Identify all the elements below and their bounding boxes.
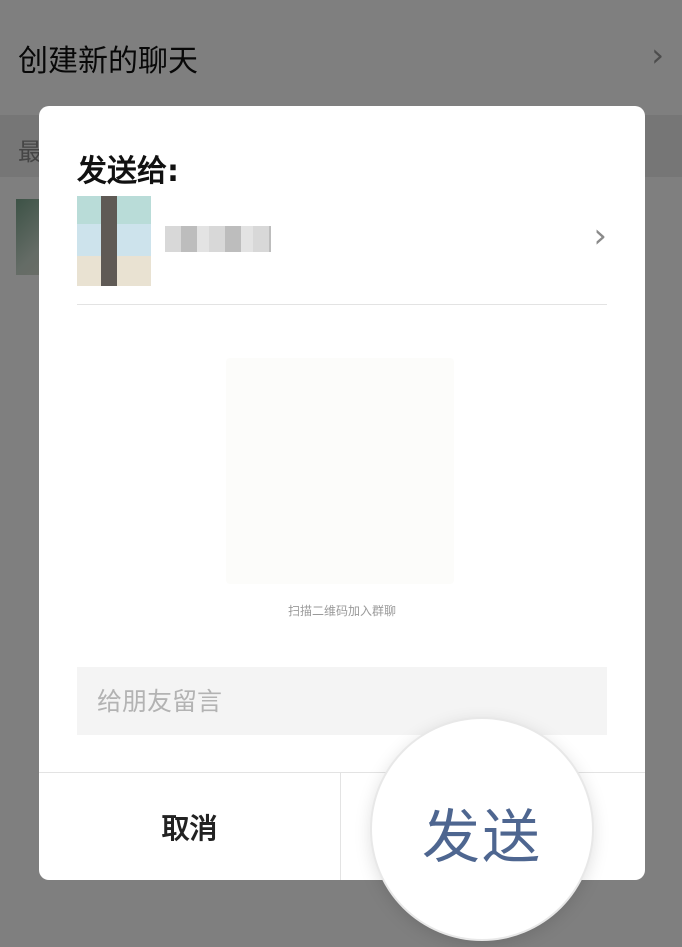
qr-code-image <box>226 358 454 584</box>
message-input[interactable] <box>77 667 607 735</box>
dialog-title: 发送给: <box>77 154 179 189</box>
send-button[interactable]: 发送 <box>372 719 592 939</box>
cancel-button[interactable]: 取消 <box>39 773 341 880</box>
recipient-row[interactable]: › <box>77 194 607 305</box>
send-label: 发送 <box>421 803 542 871</box>
qr-caption: 扫描二维码加入群聊 <box>287 604 396 618</box>
recipient-avatar <box>77 196 151 286</box>
recipient-name-pixelated <box>165 226 271 252</box>
chevron-right-icon: › <box>593 216 607 256</box>
